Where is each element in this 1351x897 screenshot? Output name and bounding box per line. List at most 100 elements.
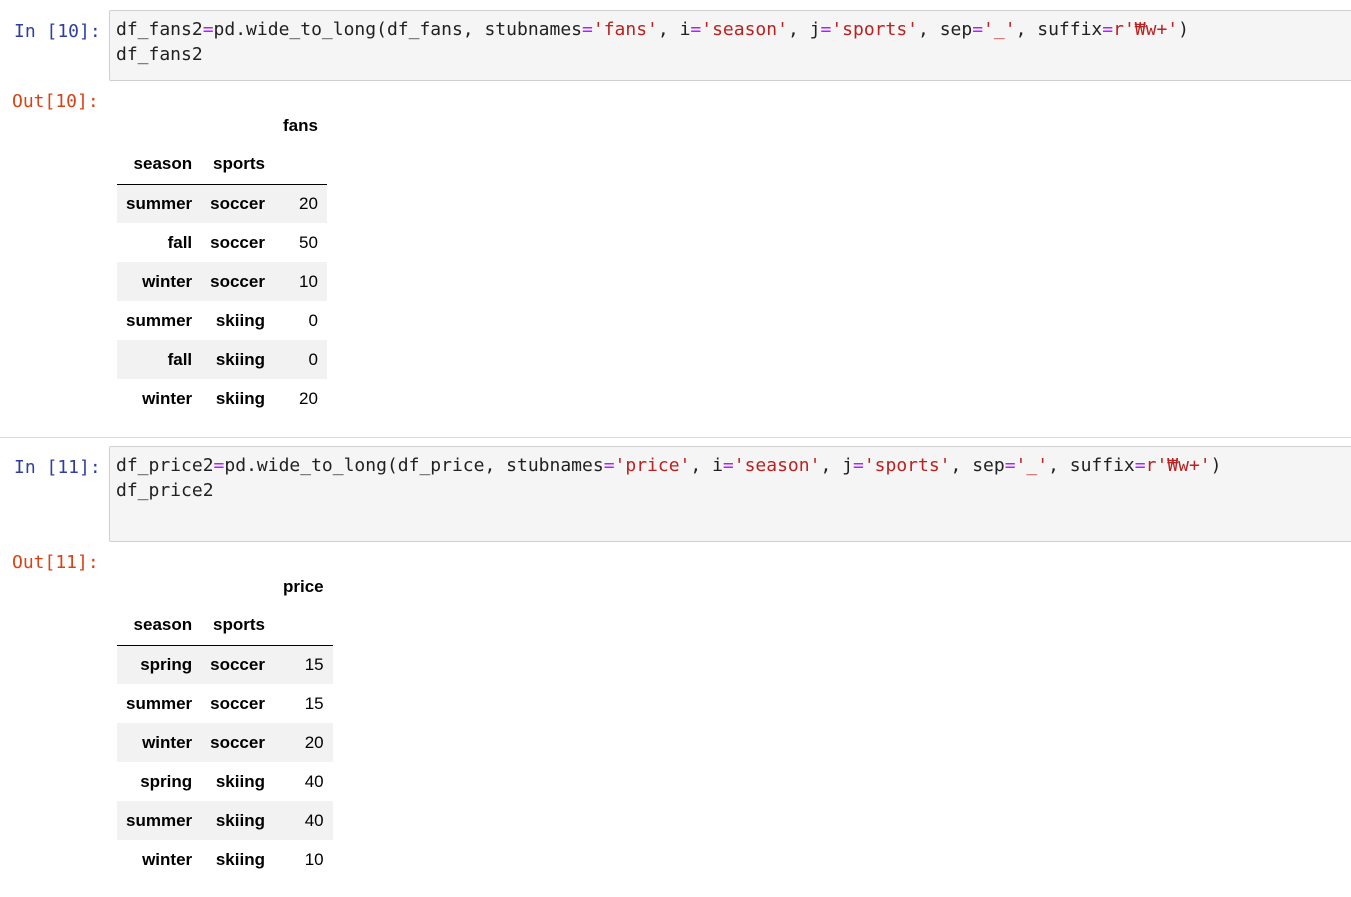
sports-index-cell: skiing [215, 349, 265, 369]
code-input-area[interactable]: df_price2=pd.wide_to_long(df_price, stub… [109, 446, 1351, 542]
empty-header-cell [117, 567, 201, 606]
code-token: , sep [950, 455, 1005, 476]
dataframe-table: price season sports spring soccer 15 summer soc… [117, 567, 333, 879]
sports-index-cell: skiing [215, 310, 265, 330]
empty-header-cell [201, 106, 274, 145]
value-cell: 0 [308, 310, 318, 330]
value-cell: 0 [308, 349, 318, 369]
table-row: winter skiing 20 [117, 379, 327, 418]
code-token: , j [787, 19, 821, 40]
code-token: 'season' [701, 19, 788, 40]
table-row: summer soccer 15 [117, 684, 333, 723]
code-token: df_fans2 [116, 44, 203, 65]
code-token: 'sports' [863, 455, 951, 476]
sports-index-cell: soccer [210, 693, 265, 713]
table-row: fall soccer 50 [117, 223, 327, 262]
value-cell: 20 [299, 193, 318, 213]
code-token: 'season' [733, 455, 821, 476]
index-names-row: season sports [117, 145, 327, 185]
code-input-area[interactable]: df_fans2=pd.wide_to_long(df_fans, stubna… [109, 10, 1351, 81]
code-token: df_price2 [116, 455, 214, 476]
value-cell: 15 [304, 654, 324, 674]
input-prompt: In [11]: [14, 457, 101, 478]
table-row: summer skiing 40 [117, 801, 333, 840]
code-token: = [820, 19, 832, 40]
code-token: , suffix [1048, 455, 1135, 476]
table-row: winter soccer 20 [117, 723, 333, 762]
value-cell: 20 [299, 388, 318, 408]
code-token: df_price2 [116, 480, 214, 501]
season-index-cell: winter [142, 732, 193, 752]
cell-divider [0, 437, 1351, 438]
dataframe-table: fans season sports summer soccer 20 fall soccer… [117, 106, 327, 418]
index-name-header: season [117, 606, 202, 646]
value-cell: 20 [304, 732, 324, 752]
code-token: = [722, 455, 734, 476]
code-line: df_price2=pd.wide_to_long(df_price, stub… [116, 453, 1351, 478]
empty-header-cell [273, 145, 327, 185]
empty-header-cell [117, 106, 201, 145]
sports-index-cell: skiing [215, 849, 265, 869]
index-name-header: sports [201, 145, 274, 185]
season-index-cell: winter [142, 271, 193, 291]
sports-index-cell: soccer [210, 193, 265, 213]
code-line: df_fans2 [116, 42, 1351, 67]
value-cell: 40 [304, 810, 324, 830]
season-index-cell: summer [126, 810, 193, 830]
output-prompt: Out[10]: [12, 91, 99, 112]
code-token: pd.wide_to_long(df_price, stubnames [224, 455, 604, 476]
sports-index-cell: skiing [215, 771, 265, 791]
table-row: winter skiing 10 [117, 840, 333, 879]
season-index-cell: summer [126, 693, 193, 713]
season-index-cell: fall [167, 349, 193, 369]
season-index-cell: summer [126, 193, 193, 213]
table-row: summer skiing 0 [117, 301, 327, 340]
season-index-cell: fall [167, 232, 193, 252]
code-token: = [603, 455, 615, 476]
code-token: ) [1178, 19, 1189, 40]
code-token: = [202, 19, 214, 40]
code-token: '_' [1015, 455, 1049, 476]
value-cell: 10 [299, 271, 318, 291]
season-index-cell: spring [140, 654, 193, 674]
code-line: df_fans2=pd.wide_to_long(df_fans, stubna… [116, 17, 1351, 42]
code-token: , i [657, 19, 691, 40]
sports-index-cell: soccer [210, 271, 265, 291]
code-token: df_fans2 [116, 19, 203, 40]
code-token: = [852, 455, 864, 476]
sports-index-cell: skiing [215, 810, 265, 830]
code-token: ) [1210, 455, 1222, 476]
code-token: '_' [983, 19, 1016, 40]
value-column-header: price [282, 576, 324, 596]
table-row: fall skiing 0 [117, 340, 327, 379]
output-prompt: Out[11]: [12, 552, 99, 573]
column-header-row: fans [117, 106, 327, 145]
value-cell: 15 [304, 693, 324, 713]
sports-index-cell: soccer [210, 654, 265, 674]
table-row: spring soccer 15 [117, 645, 333, 684]
code-token: = [582, 19, 593, 40]
season-index-cell: summer [126, 310, 193, 330]
value-cell: 50 [299, 232, 318, 252]
season-index-cell: spring [140, 771, 193, 791]
index-name-header: sports [201, 606, 274, 646]
code-token: = [690, 19, 702, 40]
value-column-header: fans [282, 115, 318, 135]
code-token: 'sports' [831, 19, 919, 40]
code-token: , suffix [1015, 19, 1103, 40]
sports-index-cell: skiing [215, 388, 265, 408]
empty-header-cell [273, 606, 333, 646]
code-token: 'fans' [592, 19, 658, 40]
code-token: = [1004, 455, 1016, 476]
input-prompt: In [10]: [14, 21, 101, 42]
empty-header-cell [201, 567, 274, 606]
index-names-row: season sports [117, 606, 333, 646]
code-token: = [1134, 455, 1146, 476]
sports-index-cell: soccer [210, 732, 265, 752]
code-token: , i [690, 455, 723, 476]
code-token: pd.wide_to_long(df_fans, stubnames [213, 19, 583, 40]
season-index-cell: winter [142, 388, 193, 408]
code-token: = [213, 455, 225, 476]
table-row: spring skiing 40 [117, 762, 333, 801]
code-line: df_price2 [116, 478, 1351, 503]
